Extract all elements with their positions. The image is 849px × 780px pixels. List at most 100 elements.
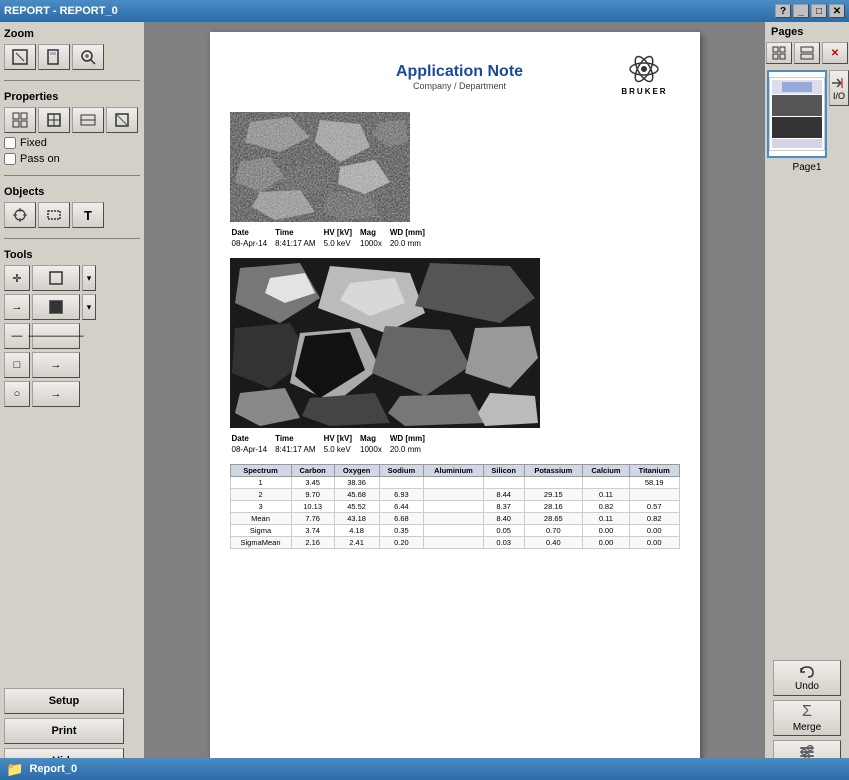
col-sodium: Sodium bbox=[379, 465, 424, 477]
tools-label: Tools bbox=[4, 249, 140, 261]
tools-row-3: — ————— bbox=[4, 323, 140, 349]
report-subtitle-text: Company / Department bbox=[396, 81, 523, 91]
col-titanium: Titanium bbox=[629, 465, 679, 477]
properties-checkboxes: Fixed Pass on bbox=[4, 137, 140, 165]
prop-btn-1[interactable] bbox=[4, 107, 36, 133]
fixed-label: Fixed bbox=[20, 137, 47, 149]
image-2-meta: Date Time HV [kV] Mag WD [mm] 08-Apr-14 … bbox=[230, 432, 680, 456]
table-row: Mean7.7643.186.688.4028.650.110.82 bbox=[230, 513, 679, 525]
fixed-row: Fixed bbox=[4, 137, 140, 149]
wd-val-1: 20.0 mm bbox=[390, 239, 431, 248]
zoom-buttons bbox=[4, 44, 140, 70]
merge-button[interactable]: Σ Merge bbox=[773, 700, 841, 736]
minimize-button[interactable]: _ bbox=[793, 4, 809, 18]
tools-row-5: ○ → bbox=[4, 381, 140, 407]
bruker-text: BRUKER bbox=[621, 87, 667, 96]
col-spectrum: Spectrum bbox=[230, 465, 291, 477]
col-calcium: Calcium bbox=[582, 465, 629, 477]
properties-buttons bbox=[4, 107, 140, 133]
report-title-block: Application Note Company / Department bbox=[396, 63, 523, 91]
page-1-label: Page1 bbox=[793, 162, 822, 173]
image-2-container: Date Time HV [kV] Mag WD [mm] 08-Apr-14 … bbox=[230, 258, 680, 456]
main-container: Zoom Properties bbox=[0, 22, 849, 780]
fixed-checkbox[interactable] bbox=[4, 137, 16, 149]
properties-label: Properties bbox=[4, 91, 140, 103]
col-oxygen: Oxygen bbox=[334, 465, 379, 477]
tools-row-1: ✛ ▾ bbox=[4, 265, 140, 291]
obj-text-button[interactable]: T bbox=[72, 202, 104, 228]
time-header-1: Time bbox=[275, 228, 321, 237]
hv-val-1: 5.0 keV bbox=[324, 239, 358, 248]
wd-val-2: 20.0 mm bbox=[390, 445, 431, 454]
tool-fill[interactable] bbox=[32, 294, 80, 320]
tool-arrow-right[interactable]: → bbox=[4, 294, 30, 320]
page-io-row: I/O bbox=[767, 70, 847, 158]
col-silicon: Silicon bbox=[483, 465, 524, 477]
prop-btn-4[interactable] bbox=[106, 107, 138, 133]
tool-circle[interactable]: ○ bbox=[4, 381, 30, 407]
table-row: Sigma3.744.180.350.050.700.000.00 bbox=[230, 525, 679, 537]
tool-arrow-right-3[interactable]: → bbox=[32, 381, 80, 407]
time-val-1: 8:41:17 AM bbox=[275, 239, 321, 248]
tool-small-rect[interactable]: □ bbox=[4, 352, 30, 378]
io-label: I/O bbox=[833, 91, 845, 101]
merge-sigma-icon: Σ bbox=[802, 703, 812, 721]
image-1-meta-table: Date Time HV [kV] Mag WD [mm] 08-Apr-14 … bbox=[230, 226, 433, 250]
tool-arrow-right-2[interactable]: → bbox=[32, 352, 80, 378]
tools-buttons: ✛ ▾ → ▾ — ————— bbox=[4, 265, 140, 407]
sem-image-1 bbox=[230, 112, 410, 222]
print-button[interactable]: Print bbox=[4, 718, 124, 744]
report-name: Report_0 bbox=[29, 763, 77, 775]
page-1-thumbnail[interactable] bbox=[767, 70, 827, 158]
canvas-area[interactable]: Application Note Company / Department BR… bbox=[145, 22, 764, 780]
tool-rect-dropdown[interactable]: ▾ bbox=[82, 265, 96, 291]
mag-header-1: Mag bbox=[360, 228, 388, 237]
spectrum-data-table: Spectrum Carbon Oxygen Sodium Aluminium … bbox=[230, 464, 680, 549]
pass-on-label: Pass on bbox=[20, 153, 60, 165]
divider-2 bbox=[4, 175, 140, 176]
zoom-page-button[interactable] bbox=[38, 44, 70, 70]
obj-rect-button[interactable] bbox=[38, 202, 70, 228]
table-row: SigmaMean2.162.410.200.030.400.000.00 bbox=[230, 537, 679, 549]
tool-move[interactable]: ✛ bbox=[4, 265, 30, 291]
undo-label: Undo bbox=[795, 681, 819, 692]
pass-on-checkbox[interactable] bbox=[4, 153, 16, 165]
pages-delete-btn[interactable]: ✕ bbox=[822, 42, 848, 64]
objects-buttons: T bbox=[4, 202, 140, 228]
wd-header-1: WD [mm] bbox=[390, 228, 431, 237]
setup-button[interactable]: Setup bbox=[4, 688, 124, 714]
close-button[interactable]: ✕ bbox=[829, 4, 845, 18]
pages-grid-2-btn[interactable] bbox=[766, 42, 792, 64]
pages-grid-4-btn[interactable] bbox=[794, 42, 820, 64]
tool-fill-dropdown[interactable]: ▾ bbox=[82, 294, 96, 320]
obj-crosshair-button[interactable] bbox=[4, 202, 36, 228]
tool-line-style[interactable]: — bbox=[4, 323, 30, 349]
thumbnail-content bbox=[769, 77, 825, 151]
prop-btn-2[interactable] bbox=[38, 107, 70, 133]
sem-image-2 bbox=[230, 258, 540, 428]
mag-val-2: 1000x bbox=[360, 445, 388, 454]
objects-section: Objects T bbox=[4, 186, 140, 228]
undo-button[interactable]: Undo bbox=[773, 660, 841, 696]
divider-1 bbox=[4, 80, 140, 81]
bruker-logo: BRUKER bbox=[609, 52, 679, 102]
image-2-meta-table: Date Time HV [kV] Mag WD [mm] 08-Apr-14 … bbox=[230, 432, 433, 456]
image-1-container: Date Time HV [kV] Mag WD [mm] 08-Apr-14 … bbox=[230, 112, 680, 250]
io-button[interactable]: I/O bbox=[829, 70, 849, 106]
date-val-1: 08-Apr-14 bbox=[232, 239, 274, 248]
image-1-meta: Date Time HV [kV] Mag WD [mm] 08-Apr-14 … bbox=[230, 226, 680, 250]
tool-rect-select[interactable] bbox=[32, 265, 80, 291]
zoom-fit-button[interactable] bbox=[4, 44, 36, 70]
table-row: 13.4538.3658.19 bbox=[230, 477, 679, 489]
prop-btn-3[interactable] bbox=[72, 107, 104, 133]
time-val-2: 8:41:17 AM bbox=[275, 445, 321, 454]
bottom-bar: 📁 Report_0 bbox=[0, 758, 849, 780]
zoom-magnify-button[interactable] bbox=[72, 44, 104, 70]
help-button[interactable]: ? bbox=[775, 4, 791, 18]
col-aluminium: Aluminium bbox=[424, 465, 483, 477]
maximize-button[interactable]: □ bbox=[811, 4, 827, 18]
objects-label: Objects bbox=[4, 186, 140, 198]
report-header: Application Note Company / Department BR… bbox=[230, 52, 680, 102]
mag-header-2: Mag bbox=[360, 434, 388, 443]
tool-long-line[interactable]: ————— bbox=[32, 323, 80, 349]
